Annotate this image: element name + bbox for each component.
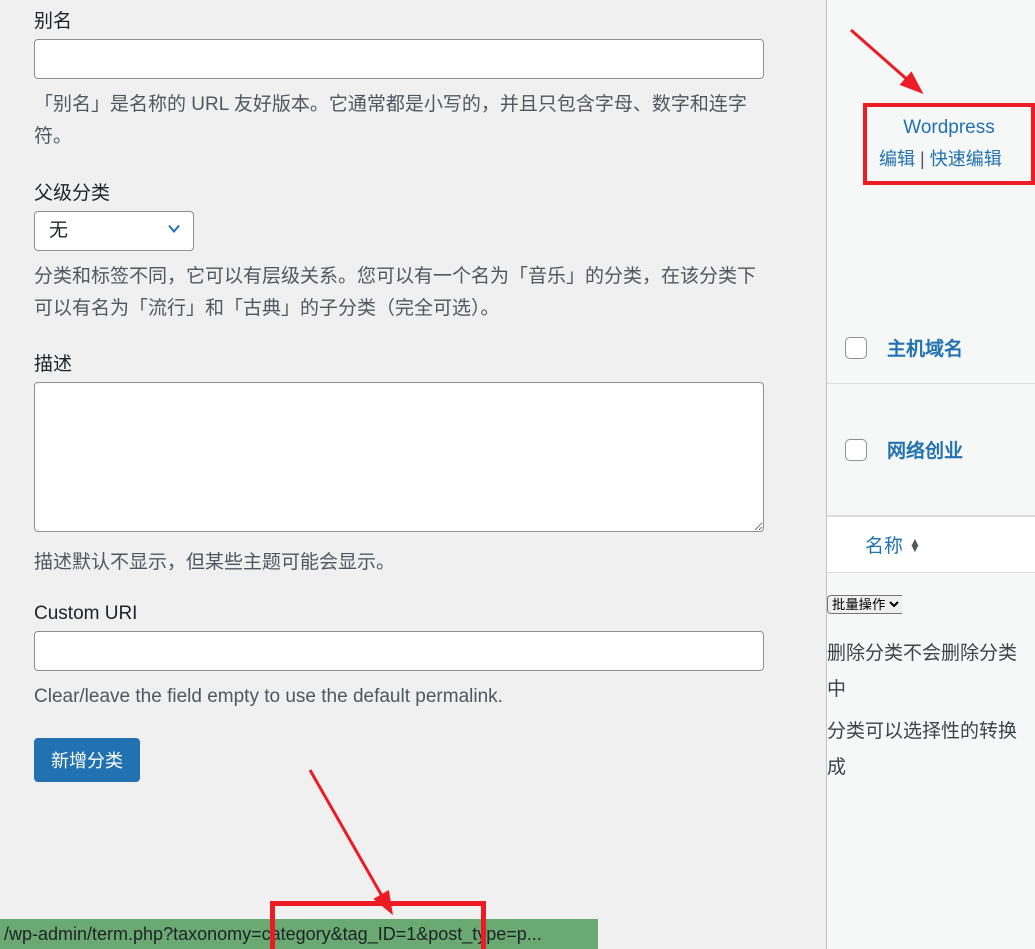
separator: | (920, 149, 930, 169)
category-row[interactable]: 主机域名 (827, 312, 1035, 384)
highlighted-category-box: Wordpress 编辑 | 快速编辑 (863, 103, 1035, 185)
label-parent: 父级分类 (34, 178, 774, 205)
field-description: 描述 描述默认不显示，但某些主题可能会显示。 (34, 349, 774, 579)
status-url: /wp-admin/term.php?taxonomy=category&tag… (4, 924, 542, 945)
edit-link[interactable]: 编辑 (879, 149, 915, 169)
textarea-description[interactable] (34, 382, 764, 532)
input-slug[interactable] (34, 39, 764, 79)
label-description: 描述 (34, 349, 774, 376)
input-custom-uri[interactable] (34, 631, 764, 671)
bulk-action-select[interactable]: 批量操作 (827, 595, 902, 614)
sort-icon: ▲▼ (909, 539, 921, 551)
desc-custom-uri: Clear/leave the field empty to use the d… (34, 681, 774, 713)
status-bar: /wp-admin/term.php?taxonomy=category&tag… (0, 919, 598, 949)
field-slug: 别名 「别名」是名称的 URL 友好版本。它通常都是小写的，并且只包含字母、数字… (34, 6, 774, 154)
label-custom-uri: Custom URI (34, 603, 774, 625)
help-text: 分类可以选择性的转换成 (827, 714, 1035, 786)
desc-description: 描述默认不显示，但某些主题可能会显示。 (34, 547, 774, 579)
column-header-name[interactable]: 名称 ▲▼ (865, 531, 921, 558)
checkbox[interactable] (845, 439, 867, 461)
desc-parent: 分类和标签不同，它可以有层级关系。您可以有一个名为「音乐」的分类，在该分类下可以… (34, 261, 774, 326)
label-slug: 别名 (34, 6, 774, 33)
checkbox[interactable] (845, 337, 867, 359)
select-parent[interactable]: 无 (34, 211, 194, 251)
category-name-link[interactable]: 网络创业 (887, 436, 963, 463)
column-header-label: 名称 (865, 531, 903, 558)
category-row[interactable]: 网络创业 (827, 384, 1035, 516)
quick-edit-link[interactable]: 快速编辑 (930, 149, 1002, 169)
field-custom-uri: Custom URI Clear/leave the field empty t… (34, 603, 774, 713)
highlighted-title[interactable]: Wordpress (879, 117, 1019, 139)
field-parent: 父级分类 无 分类和标签不同，它可以有层级关系。您可以有一个名为「音乐」的分类，… (34, 178, 774, 326)
desc-slug: 「别名」是名称的 URL 友好版本。它通常都是小写的，并且只包含字母、数字和连字… (34, 89, 774, 154)
help-text: 删除分类不会删除分类中 (827, 636, 1035, 708)
arrow-annotation-icon (280, 760, 420, 930)
column-header-row: 名称 ▲▼ (827, 516, 1035, 573)
submit-button[interactable]: 新增分类 (34, 738, 140, 782)
category-name-link[interactable]: 主机域名 (887, 334, 963, 361)
